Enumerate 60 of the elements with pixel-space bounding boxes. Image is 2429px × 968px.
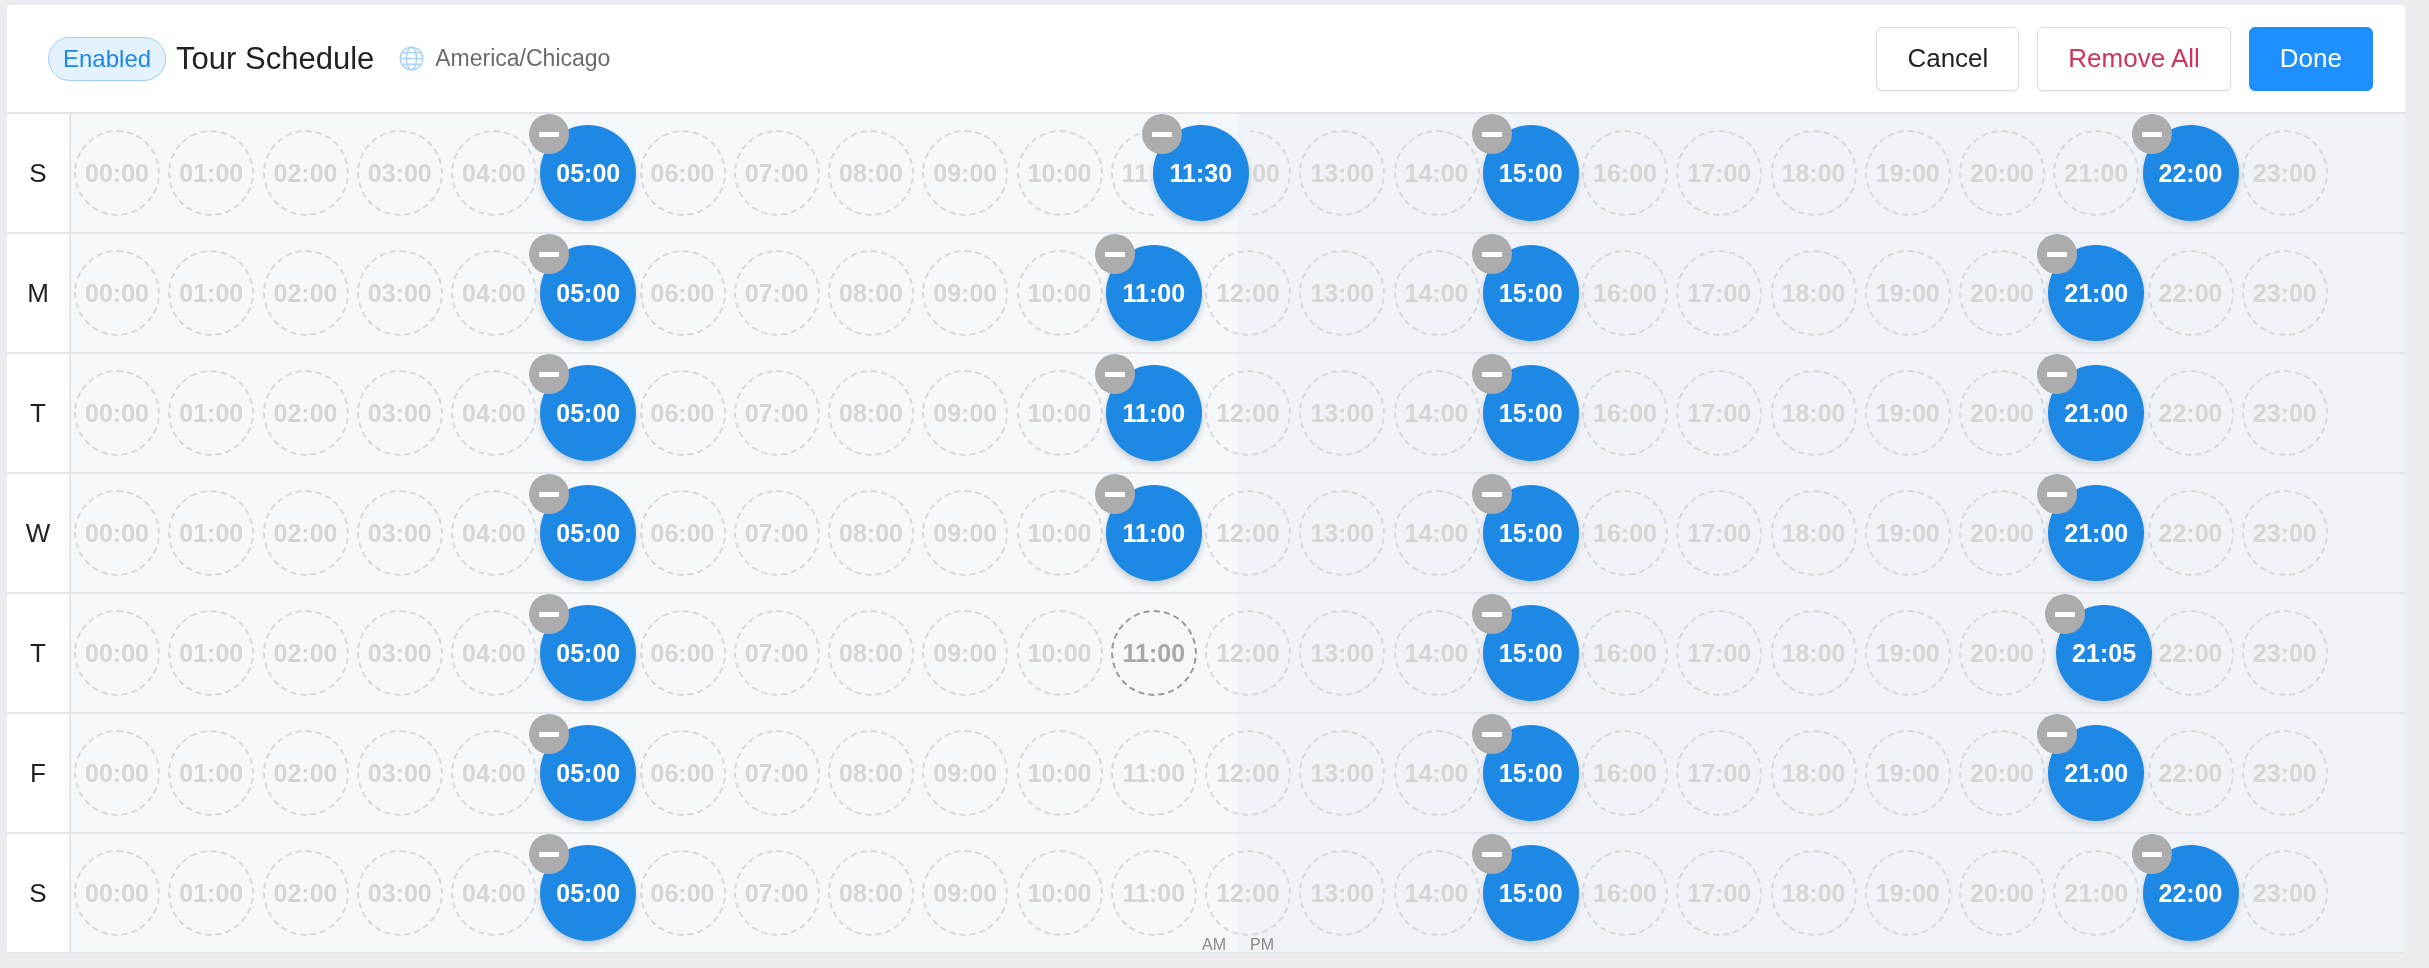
scheduled-time[interactable]: 11:30 <box>1152 125 1249 221</box>
page-title: Tour Schedule <box>176 40 375 77</box>
minus-icon[interactable] <box>529 714 570 754</box>
scheduled-time[interactable]: 15:00 <box>1482 125 1579 221</box>
done-button[interactable]: Done <box>2248 26 2373 91</box>
minus-icon[interactable] <box>2131 114 2172 154</box>
minus-icon[interactable] <box>529 234 570 274</box>
minus-icon[interactable] <box>1471 114 1512 154</box>
scheduled-time[interactable]: 15:00 <box>1482 605 1579 701</box>
remove-all-button[interactable]: Remove All <box>2037 26 2231 91</box>
scheduled-time[interactable]: 05:00 <box>540 365 637 461</box>
scheduled-time[interactable]: 11:00 <box>1105 365 1202 461</box>
minus-icon[interactable] <box>1471 354 1512 394</box>
minus-icon[interactable] <box>2037 474 2078 514</box>
minus-icon[interactable] <box>1094 354 1135 394</box>
minus-icon[interactable] <box>1471 474 1512 514</box>
scheduled-time[interactable]: 05:00 <box>540 245 637 341</box>
minus-icon[interactable] <box>529 114 570 154</box>
minus-icon[interactable] <box>1471 714 1512 754</box>
minus-icon[interactable] <box>529 354 570 394</box>
scheduled-time[interactable]: 15:00 <box>1482 365 1579 461</box>
scheduled-time[interactable]: 21:00 <box>2048 725 2145 821</box>
minus-icon[interactable] <box>1471 834 1512 874</box>
scheduled-time[interactable]: 21:00 <box>2048 365 2145 461</box>
scheduled-time[interactable]: 11:00 <box>1105 485 1202 581</box>
scheduled-time[interactable]: 15:00 <box>1482 725 1579 821</box>
scheduled-time[interactable]: 15:00 <box>1482 245 1579 341</box>
minus-icon[interactable] <box>2037 354 2078 394</box>
scheduled-time[interactable]: 21:00 <box>2048 485 2145 581</box>
scheduled-time[interactable]: 22:00 <box>2142 845 2239 941</box>
minus-icon[interactable] <box>2131 834 2172 874</box>
timezone-label: America/Chicago <box>435 45 611 72</box>
scheduled-time[interactable]: 22:00 <box>2142 125 2239 221</box>
minus-icon[interactable] <box>2037 714 2078 754</box>
scheduled-time[interactable]: 05:00 <box>540 125 637 221</box>
scheduled-time[interactable]: 21:05 <box>2056 605 2153 701</box>
minus-icon[interactable] <box>2037 234 2078 274</box>
scheduled-time[interactable]: 05:00 <box>540 605 637 701</box>
scheduled-time[interactable]: 21:00 <box>2048 245 2145 341</box>
minus-icon[interactable] <box>529 474 570 514</box>
scheduled-time[interactable]: 11:00 <box>1105 245 1202 341</box>
scheduled-time[interactable]: 05:00 <box>540 485 637 581</box>
scheduled-time[interactable]: 05:00 <box>540 725 637 821</box>
scheduled-time[interactable]: 15:00 <box>1482 845 1579 941</box>
globe-icon <box>399 46 425 71</box>
scheduled-time[interactable]: 15:00 <box>1482 485 1579 581</box>
period-label: AM <box>1202 936 1226 954</box>
cancel-button[interactable]: Cancel <box>1876 26 2020 91</box>
status-badge: Enabled <box>48 36 167 81</box>
minus-icon[interactable] <box>529 594 570 634</box>
scheduled-time[interactable]: 05:00 <box>540 845 637 941</box>
minus-icon[interactable] <box>529 834 570 874</box>
minus-icon[interactable] <box>2045 594 2086 634</box>
minus-icon[interactable] <box>1471 594 1512 634</box>
period-label: PM <box>1250 936 1274 954</box>
minus-icon[interactable] <box>1094 474 1135 514</box>
minus-icon[interactable] <box>1141 114 1182 154</box>
minus-icon[interactable] <box>1471 234 1512 274</box>
minus-icon[interactable] <box>1094 234 1135 274</box>
time-slot[interactable]: 11:00 <box>1110 610 1197 696</box>
